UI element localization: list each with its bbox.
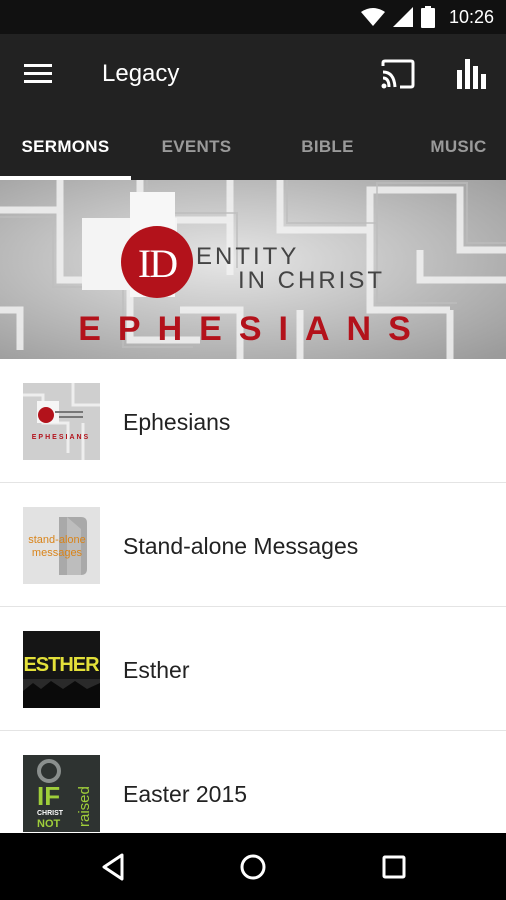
list-item[interactable]: stand-alone messages Stand-alone Message…	[0, 483, 506, 607]
back-button[interactable]	[94, 847, 134, 887]
series-thumbnail: EPHESIANS	[23, 383, 100, 460]
tab-events[interactable]: EVENTS	[131, 114, 262, 180]
back-icon	[102, 853, 124, 881]
recents-button[interactable]	[374, 847, 414, 887]
banner-logo-letters: ID	[138, 241, 177, 286]
system-nav-bar	[0, 833, 506, 900]
cast-icon	[381, 59, 415, 89]
battery-icon	[420, 6, 435, 28]
easter-thumb-if: IF	[37, 781, 60, 811]
app-bar: Legacy	[0, 34, 506, 114]
stand-alone-thumb-line2: messages	[32, 547, 83, 559]
svg-text:EPHESIANS: EPHESIANS	[32, 434, 90, 441]
home-icon	[240, 854, 266, 880]
banner-headline: EPHESIANS	[78, 310, 428, 348]
tab-sermons[interactable]: SERMONS	[0, 114, 131, 180]
series-title: Esther	[123, 657, 190, 683]
esther-thumbnail: ESTHER	[23, 631, 100, 708]
cell-signal-icon	[392, 7, 413, 27]
menu-button[interactable]	[22, 60, 56, 90]
list-item[interactable]: IF CHRIST NOT raised Easter 2015	[0, 731, 506, 833]
series-title: Ephesians	[123, 409, 231, 435]
series-thumbnail: ESTHER	[23, 631, 100, 708]
ephesians-thumbnail: EPHESIANS	[23, 383, 100, 460]
esther-thumb-title: ESTHER	[23, 654, 100, 676]
status-time: 10:26	[448, 6, 494, 27]
recents-icon	[382, 855, 406, 879]
easter-thumbnail: IF CHRIST NOT raised	[23, 755, 100, 832]
home-button[interactable]	[233, 847, 273, 887]
menu-icon	[24, 64, 52, 83]
stats-button[interactable]	[455, 56, 491, 90]
series-thumbnail: stand-alone messages	[23, 507, 100, 584]
app-title: Legacy	[102, 60, 180, 87]
list-item[interactable]: EPHESIANS Ephesians	[0, 359, 506, 483]
series-title: Stand-alone Messages	[123, 533, 359, 559]
tab-bible[interactable]: BIBLE	[262, 114, 393, 180]
stand-alone-thumbnail: stand-alone messages	[23, 507, 100, 584]
banner-artwork: ID ENTITY IN CHRIST EPHESIANS	[0, 180, 506, 359]
tab-bar: SERMONS EVENTS BIBLE MUSIC	[0, 114, 506, 180]
banner-line1: ENTITY	[196, 243, 299, 270]
status-bar: 10:26	[0, 0, 506, 34]
easter-thumb-not: NOT	[37, 818, 61, 830]
stand-alone-thumb-line1: stand-alone	[28, 534, 86, 546]
wifi-icon	[360, 8, 385, 26]
easter-thumb-christ: CHRIST	[37, 810, 64, 817]
status-icons: 10:26	[360, 0, 494, 34]
cast-button[interactable]	[380, 58, 416, 90]
featured-series-banner[interactable]: ID ENTITY IN CHRIST EPHESIANS	[0, 180, 506, 359]
easter-thumb-raised: raised	[76, 786, 93, 827]
banner-line2: IN CHRIST	[238, 267, 385, 294]
series-title: Easter 2015	[123, 781, 248, 807]
stats-icon	[457, 59, 486, 89]
tab-music[interactable]: MUSIC	[393, 114, 506, 180]
sermon-series-list: EPHESIANS Ephesians stand-alone messages…	[0, 359, 506, 833]
list-item[interactable]: ESTHER Esther	[0, 607, 506, 731]
series-thumbnail: IF CHRIST NOT raised	[23, 755, 100, 832]
